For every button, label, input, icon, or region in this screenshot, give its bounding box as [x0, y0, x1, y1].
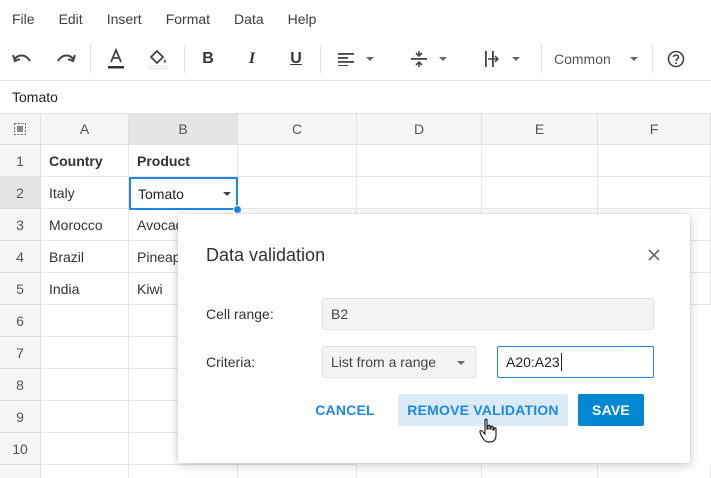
- cell-c2[interactable]: [238, 177, 357, 209]
- cell-range-label: Cell range:: [206, 306, 274, 322]
- cell-a1[interactable]: Country: [41, 145, 129, 177]
- text-cursor: [560, 353, 562, 371]
- criteria-select[interactable]: List from a range: [322, 346, 476, 378]
- column-header-a[interactable]: A: [41, 114, 129, 145]
- menu-data[interactable]: Data: [234, 11, 264, 27]
- menu-edit[interactable]: Edit: [59, 11, 83, 27]
- toolbar-separator: [652, 45, 653, 73]
- cell-a3[interactable]: Morocco: [41, 209, 129, 241]
- row-header-3[interactable]: 3: [0, 209, 41, 241]
- cell-range-value: B2: [331, 306, 349, 322]
- chevron-down-icon[interactable]: [223, 192, 231, 196]
- number-format-label: Common: [554, 51, 611, 67]
- cell-b1[interactable]: Product: [129, 145, 238, 177]
- cell-a6[interactable]: [41, 305, 129, 337]
- underline-icon[interactable]: U: [285, 45, 307, 73]
- row-header-2[interactable]: 2: [0, 177, 41, 209]
- cell-a4[interactable]: Brazil: [41, 241, 129, 273]
- menu-help[interactable]: Help: [288, 11, 317, 27]
- row-header-1[interactable]: 1: [0, 145, 41, 177]
- cell-a9[interactable]: [41, 401, 129, 433]
- close-icon[interactable]: [647, 248, 661, 262]
- cell-a7[interactable]: [41, 337, 129, 369]
- cell-f1[interactable]: [598, 145, 711, 177]
- criteria-label: Criteria:: [206, 354, 256, 370]
- text-wrap-icon[interactable]: [479, 45, 525, 73]
- chevron-down-icon: [457, 361, 465, 365]
- row-header-4[interactable]: 4: [0, 241, 41, 273]
- cell-a11[interactable]: [41, 465, 129, 478]
- chevron-down-icon: [512, 57, 520, 61]
- cell-e1[interactable]: [482, 145, 598, 177]
- row-header-11[interactable]: [0, 465, 41, 478]
- chevron-down-icon: [439, 57, 447, 61]
- fill-color-icon[interactable]: [146, 45, 170, 73]
- italic-icon[interactable]: I: [241, 45, 263, 73]
- row-header-9[interactable]: 9: [0, 401, 41, 433]
- cell-b2-value: Tomato: [138, 185, 184, 202]
- column-header-d[interactable]: D: [357, 114, 482, 145]
- chevron-down-icon: [630, 57, 638, 61]
- cell-a10[interactable]: [41, 433, 129, 465]
- row-header-8[interactable]: 8: [0, 369, 41, 401]
- menu-bar: File Edit Insert Format Data Help: [0, 0, 711, 37]
- toolbar: B I U Common: [0, 37, 711, 81]
- cell-a2[interactable]: Italy: [41, 177, 129, 209]
- cell-range-field[interactable]: B2: [322, 298, 654, 330]
- dialog-title: Data validation: [206, 245, 326, 265]
- active-cell-b2[interactable]: Tomato: [129, 177, 238, 210]
- cell-b11[interactable]: [129, 465, 238, 478]
- toolbar-separator: [184, 45, 185, 73]
- data-validation-dialog: Data validation Cell range: B2 Criteria:…: [178, 214, 690, 463]
- select-all-icon[interactable]: [0, 114, 41, 145]
- cell-d1[interactable]: [357, 145, 482, 177]
- toolbar-separator: [90, 45, 91, 73]
- undo-icon[interactable]: [10, 45, 34, 73]
- cell-e11[interactable]: [482, 465, 598, 478]
- text-color-icon[interactable]: [104, 45, 128, 73]
- menu-insert[interactable]: Insert: [107, 11, 142, 27]
- cell-f2[interactable]: [598, 177, 711, 209]
- toolbar-separator: [541, 45, 542, 73]
- number-format-select[interactable]: Common: [554, 45, 638, 73]
- help-icon[interactable]: [664, 45, 688, 73]
- cancel-button[interactable]: CANCEL: [308, 394, 382, 426]
- row-header-7[interactable]: 7: [0, 337, 41, 369]
- save-button[interactable]: SAVE: [578, 394, 644, 426]
- chevron-down-icon: [366, 57, 374, 61]
- column-header-f[interactable]: F: [598, 114, 711, 145]
- cell-e2[interactable]: [482, 177, 598, 209]
- menu-file[interactable]: File: [12, 11, 35, 27]
- cell-c11[interactable]: [238, 465, 357, 478]
- row-header-10[interactable]: 10: [0, 433, 41, 465]
- criteria-value: List from a range: [331, 354, 437, 370]
- align-left-icon[interactable]: [333, 45, 379, 73]
- cell-d11[interactable]: [357, 465, 482, 478]
- menu-format[interactable]: Format: [166, 11, 210, 27]
- cell-d2[interactable]: [357, 177, 482, 209]
- hand-pointer-icon: [479, 418, 501, 444]
- fill-handle[interactable]: [233, 205, 242, 214]
- row-header-6[interactable]: 6: [0, 305, 41, 337]
- cell-c1[interactable]: [238, 145, 357, 177]
- row-header-5[interactable]: 5: [0, 273, 41, 305]
- bold-icon[interactable]: B: [197, 45, 219, 73]
- formula-bar-value: Tomato: [12, 89, 58, 105]
- column-header-e[interactable]: E: [482, 114, 598, 145]
- column-header-c[interactable]: C: [238, 114, 357, 145]
- formula-bar[interactable]: Tomato: [0, 81, 711, 114]
- column-header-b[interactable]: B: [129, 114, 238, 145]
- toolbar-separator: [320, 45, 321, 73]
- cell-f11[interactable]: [598, 465, 711, 478]
- vertical-align-icon[interactable]: [406, 45, 452, 73]
- range-source-value: A20:A23: [506, 354, 560, 370]
- range-source-field[interactable]: A20:A23: [497, 346, 654, 378]
- cell-a8[interactable]: [41, 369, 129, 401]
- redo-icon[interactable]: [54, 45, 78, 73]
- cell-a5[interactable]: India: [41, 273, 129, 305]
